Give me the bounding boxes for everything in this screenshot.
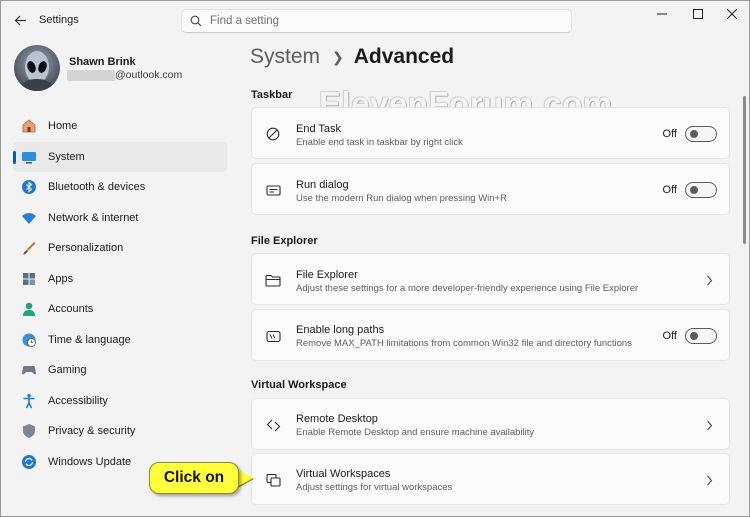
setting-card-file-explorer[interactable]: File Explorer Adjust these settings for … [251,253,730,305]
alien-avatar-icon [19,51,55,91]
virtual-workspace-icon [264,471,282,489]
setting-card-virtual-workspaces[interactable]: Virtual Workspaces Adjust settings for v… [251,453,730,505]
setting-title: End Task [296,123,342,135]
user-name: Shawn Brink [69,56,136,68]
chevron-right-icon: ❯ [332,48,344,65]
setting-description: Remove MAX_PATH limitations from common … [296,338,632,349]
brush-icon [20,239,38,257]
sidebar-item-label: Personalization [48,242,124,255]
bluetooth-icon [20,178,38,196]
sidebar-item-label: Bluetooth & devices [48,181,146,194]
setting-card-remote-desktop[interactable]: Remote Desktop Enable Remote Desktop and… [251,398,730,450]
sidebar-item-accounts[interactable]: Accounts [13,294,227,325]
sidebar-item-system[interactable]: System [13,141,227,172]
setting-description: Enable Remote Desktop and ensure machine… [296,427,535,438]
system-icon [20,148,38,166]
sidebar-item-privacy-security[interactable]: Privacy & security [13,416,227,447]
maximize-icon [693,9,703,19]
setting-description: Use the modern Run dialog when pressing … [296,193,507,204]
sidebar-item-label: Privacy & security [48,425,136,438]
search-icon [190,15,202,27]
search-placeholder: Find a setting [210,15,280,27]
shield-icon [20,422,38,440]
globe-clock-icon [20,331,38,349]
sidebar-item-time-language[interactable]: Time & language [13,325,227,356]
sidebar-item-label: Time & language [48,333,131,346]
toggle-state-label: Off [662,184,677,196]
sidebar-item-label: Network & internet [48,211,139,224]
breadcrumb-parent[interactable]: System [250,45,320,69]
sidebar-item-home[interactable]: Home [13,111,227,142]
sidebar-item-bluetooth[interactable]: Bluetooth & devices [13,172,227,203]
sidebar-item-label: Apps [48,272,74,285]
page-title: Advanced [353,45,455,68]
chevron-right-icon [703,274,715,286]
section-title-file-explorer: File Explorer [251,235,318,247]
sidebar-item-label: Accessibility [48,394,108,407]
sidebar-item-label: Windows Update [48,455,132,468]
search-input[interactable]: Find a setting [181,9,572,33]
settings-window: Settings Find a setting Shawn Brink @out… [0,0,750,517]
setting-title: Enable long paths [296,324,385,336]
run-dialog-toggle[interactable] [685,182,717,198]
update-icon [20,453,38,471]
chevron-right-icon [703,419,715,431]
avatar[interactable] [14,45,60,91]
sidebar-item-label: System [48,150,85,163]
sidebar-item-label: Gaming [48,364,87,377]
apps-icon [20,270,38,288]
click-on-callout: Click on [149,462,239,494]
app-title: Settings [39,14,79,26]
setting-title: File Explorer [296,269,358,281]
setting-title: Virtual Workspaces [296,468,391,480]
section-title-taskbar: Taskbar [251,89,293,101]
callout-arrow-icon [237,469,253,487]
gamepad-icon [20,361,38,379]
toggle-state-label: Off [662,128,677,140]
remote-desktop-icon [264,416,282,434]
title-bar: Settings Find a setting [1,1,749,39]
toggle-state-label: Off [662,330,677,342]
sidebar-item-label: Accounts [48,303,94,316]
long-path-icon [264,327,282,345]
email-redaction [67,70,115,81]
minimize-button[interactable] [647,5,677,23]
chevron-right-icon [703,474,715,486]
setting-description: Adjust settings for virtual workspaces [296,482,453,493]
home-icon [20,117,38,135]
setting-title: Run dialog [296,179,349,191]
folder-icon [264,271,282,289]
setting-card-run-dialog[interactable]: Run dialog Use the modern Run dialog whe… [251,163,730,215]
close-icon [727,9,737,19]
sidebar-item-personalization[interactable]: Personalization [13,233,227,264]
run-dialog-icon [264,181,282,199]
back-arrow-icon [14,15,26,25]
sidebar-item-network[interactable]: Network & internet [13,203,227,234]
minimize-icon [657,13,667,15]
setting-card-long-paths[interactable]: Enable long paths Remove MAX_PATH limita… [251,309,730,361]
setting-description: Adjust these settings for a more develop… [296,283,639,294]
sidebar-item-gaming[interactable]: Gaming [13,355,227,386]
close-button[interactable] [717,5,747,23]
accessibility-icon [20,392,38,410]
back-button[interactable] [9,9,31,31]
setting-title: Remote Desktop [296,413,378,425]
section-title-virtual-workspace: Virtual Workspace [251,379,347,391]
end-task-icon [264,125,282,143]
setting-card-end-task[interactable]: End Task Enable end task in taskbar by r… [251,107,730,159]
user-email: @outlook.com [115,69,183,81]
sidebar-item-apps[interactable]: Apps [13,264,227,295]
breadcrumb: System ❯ Advanced [250,45,454,69]
end-task-toggle[interactable] [685,126,717,142]
sidebar-item-accessibility[interactable]: Accessibility [13,386,227,417]
accounts-icon [20,300,38,318]
wifi-icon [20,209,38,227]
setting-description: Enable end task in taskbar by right clic… [296,137,463,148]
vertical-scrollbar[interactable] [743,96,746,244]
sidebar-item-label: Home [48,120,78,133]
maximize-button[interactable] [683,5,713,23]
long-paths-toggle[interactable] [685,328,717,344]
sidebar-nav: Home System Bluetooth & devices Network … [13,111,227,477]
